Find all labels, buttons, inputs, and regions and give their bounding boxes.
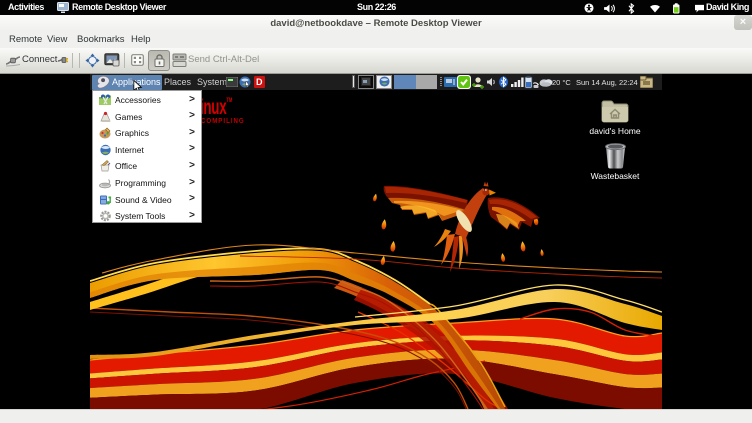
svg-text:D: D	[256, 77, 263, 87]
